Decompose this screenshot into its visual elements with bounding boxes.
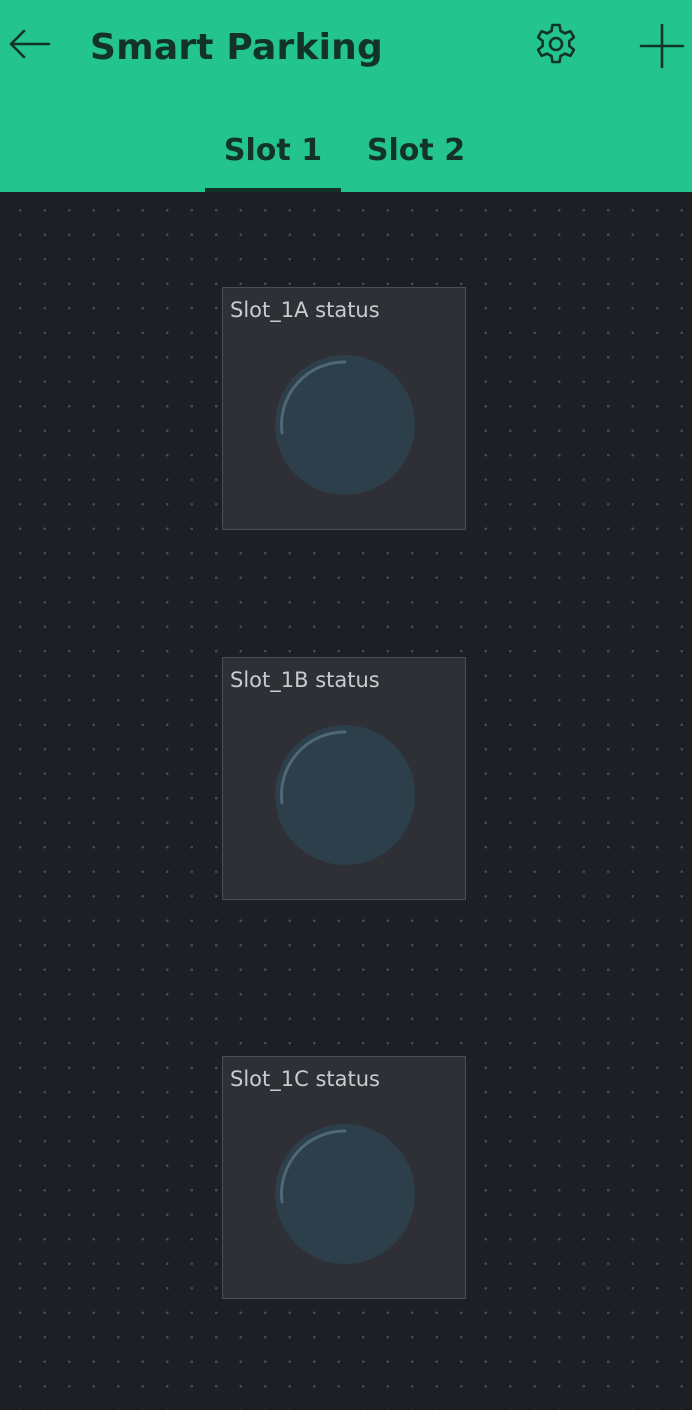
widget-label: Slot_1C status [230, 1067, 380, 1091]
tab-slot-2[interactable]: Slot 2 [350, 118, 482, 188]
led-indicator [275, 1124, 415, 1264]
tab-bar: Slot 1 Slot 2 [0, 118, 692, 192]
settings-button[interactable] [530, 20, 582, 72]
tab-slot-1[interactable]: Slot 1 [205, 118, 341, 188]
led-indicator [275, 725, 415, 865]
add-widget-button[interactable] [636, 22, 688, 70]
widget-label: Slot_1B status [230, 668, 380, 692]
led-widget-slot-1b[interactable]: Slot_1B status [222, 657, 466, 900]
plus-icon [639, 23, 685, 69]
widget-label: Slot_1A status [230, 298, 380, 322]
arrow-left-icon [9, 29, 51, 59]
led-indicator [275, 355, 415, 495]
led-widget-slot-1a[interactable]: Slot_1A status [222, 287, 466, 530]
back-button[interactable] [6, 24, 52, 64]
page-title: Smart Parking [90, 27, 383, 68]
led-widget-slot-1c[interactable]: Slot_1C status [222, 1056, 466, 1299]
app-header: Smart Parking Slot 1 Slot 2 [0, 0, 692, 192]
gear-icon [536, 23, 576, 64]
